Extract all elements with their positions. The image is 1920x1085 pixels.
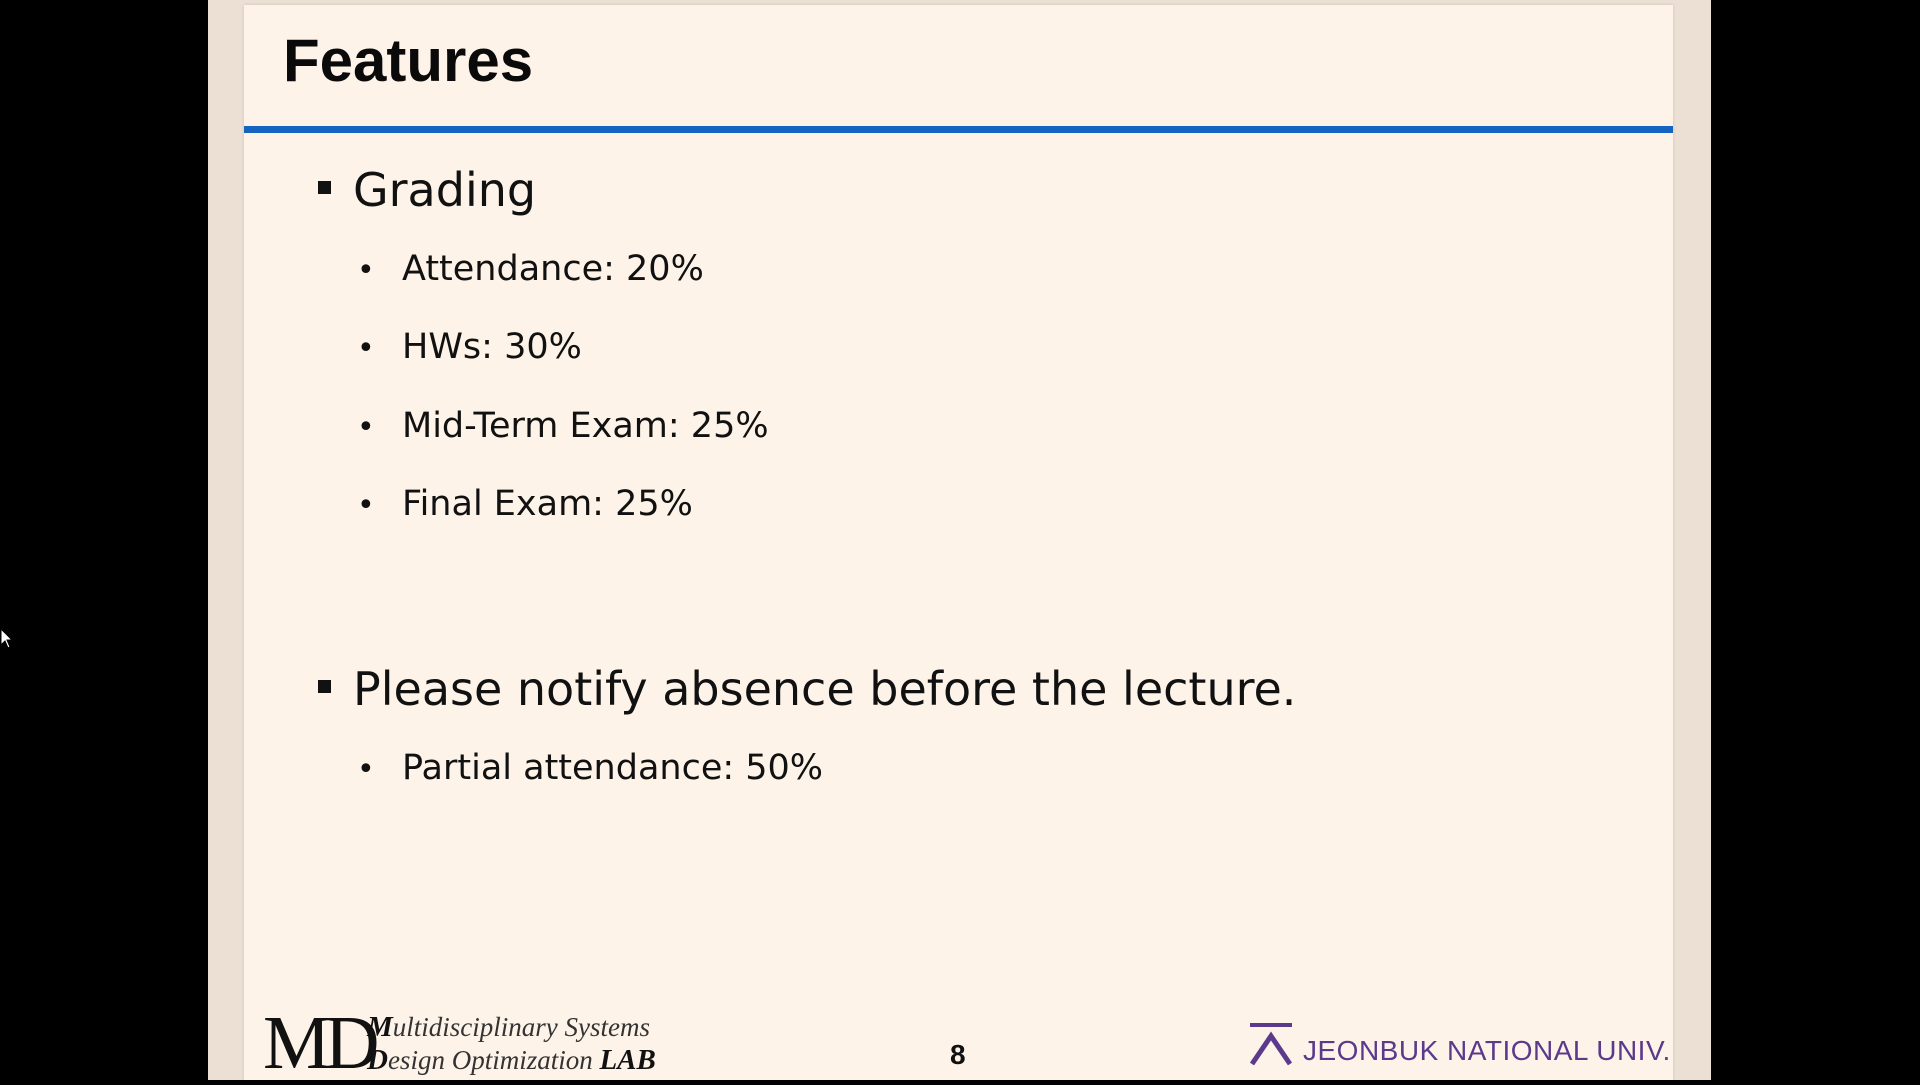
list-item: • Attendance: 20%: [357, 252, 704, 287]
list-item: • Partial attendance: 50%: [357, 751, 823, 786]
university-name: JEONBUK NATIONAL UNIV.: [1303, 1035, 1671, 1066]
list-item-text: Partial attendance: 50%: [402, 748, 824, 788]
section-heading-text: Grading: [353, 163, 537, 217]
bullet-dot-icon: •: [357, 253, 375, 288]
list-item: • Final Exam: 25%: [357, 487, 693, 522]
list-item: • HWs: 30%: [357, 330, 582, 365]
lab-line2-bold: LAB: [599, 1044, 656, 1076]
lab-name-line-1: Multidisciplinary Systems: [367, 1013, 650, 1042]
list-item-text: Final Exam: 25%: [402, 484, 693, 524]
list-item-text: HWs: 30%: [402, 327, 582, 367]
jbnu-logo-icon: [1249, 1023, 1293, 1066]
section-heading-text: Please notify absence before the lecture…: [353, 662, 1297, 716]
title-divider: [244, 126, 1673, 133]
bullet-dot-icon: •: [357, 410, 375, 445]
bullet-dot-icon: •: [357, 752, 375, 787]
bullet-dot-icon: •: [357, 488, 375, 523]
lab-line2-rest: esign Optimization: [387, 1045, 600, 1075]
mouse-pointer-icon: [0, 628, 14, 649]
square-bullet-icon: [318, 680, 331, 693]
lab-logo: MD Multidisciplinary Systems Design Opti…: [263, 1005, 683, 1081]
bullet-dot-icon: •: [357, 331, 375, 366]
university-logo: JEONBUK NATIONAL UNIV.: [1247, 1020, 1671, 1070]
square-bullet-icon: [318, 181, 331, 194]
slide-title: Features: [283, 27, 534, 94]
lab-line2-initial: D: [367, 1044, 388, 1076]
section-heading: Grading: [318, 167, 536, 213]
page-number: 8: [950, 1039, 966, 1070]
lab-name-line-2: Design Optimization LAB: [367, 1046, 656, 1075]
list-item-text: Mid-Term Exam: 25%: [402, 406, 769, 446]
slide: Features Grading • Attendance: 20% • HWs: …: [244, 5, 1673, 1081]
list-item: • Mid-Term Exam: 25%: [357, 409, 769, 444]
lab-line1-rest: ultidisciplinary Systems: [392, 1012, 651, 1042]
list-item-text: Attendance: 20%: [402, 249, 704, 289]
section-heading: Please notify absence before the lecture…: [318, 666, 1296, 712]
lab-line1-initial: M: [367, 1011, 393, 1043]
lab-logo-letters: MD: [263, 1001, 379, 1085]
screen: Features Grading • Attendance: 20% • HWs: …: [0, 0, 1920, 1081]
